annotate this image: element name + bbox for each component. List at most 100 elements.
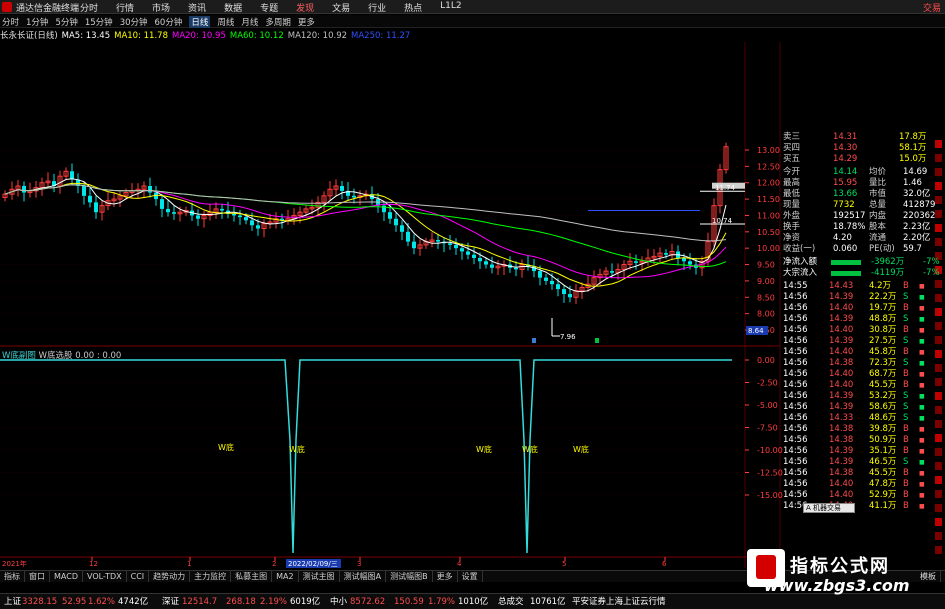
indicator-tab[interactable]: 私募主图 <box>231 571 273 582</box>
tick-time: 14:55 <box>783 281 808 291</box>
sub-tick-label: 0.00 <box>757 356 775 365</box>
candle-body <box>196 215 200 219</box>
candle-body <box>352 195 356 198</box>
indicator-tab[interactable]: MA2 <box>272 571 299 582</box>
indicator-tab[interactable]: CCI <box>127 571 150 582</box>
candle-body <box>88 195 92 203</box>
tick-side: S <box>903 391 909 401</box>
tick-time: 14:56 <box>783 457 808 467</box>
status-item: 1010亿 <box>458 597 489 607</box>
candle-body <box>244 217 248 221</box>
quote-row: 14:56 14.38 45.5万 B ■ <box>781 468 945 479</box>
tick-volume: 58.6万 <box>869 402 897 412</box>
indicator-tab[interactable]: 测试幅图B <box>386 571 433 582</box>
stat-value: 220362 <box>903 211 936 221</box>
tick-side: B <box>903 424 909 434</box>
stat-label: 量比 <box>869 178 887 188</box>
date-cursor-label: 2022/02/09/三 <box>288 560 338 568</box>
quote-row: 14:56 14.39 58.6万 S ■ <box>781 402 945 413</box>
flow-bar <box>831 271 861 276</box>
stat-value: 15.95 <box>833 178 858 188</box>
quote-row: 14:56 14.39 48.8万 S ■ <box>781 314 945 325</box>
quote-row: 收益(一) 0.060 PE(动) 59.7 <box>781 244 945 255</box>
tick-volume: 45.5万 <box>869 468 897 478</box>
sub-tick-label: -7.50 <box>757 424 778 433</box>
stat-value: 1.46 <box>903 178 922 188</box>
sub-tick-label: -5.00 <box>757 401 778 410</box>
quote-row: 14:56 14.33 48.6万 S ■ <box>781 413 945 424</box>
candle-body <box>466 251 470 255</box>
book-price: 14.31 <box>833 132 858 142</box>
indicator-tab[interactable]: 主力监控 <box>190 571 232 582</box>
tick-time: 14:56 <box>783 413 808 423</box>
stat-label: 总量 <box>869 200 887 210</box>
w-bottom-label: W底 <box>573 444 589 454</box>
quote-row: 14:56 14.40 19.7万 B ■ <box>781 303 945 314</box>
quote-row: 14:56 14.38 50.9万 B ■ <box>781 435 945 446</box>
tick-side: B <box>903 303 909 313</box>
indicator-tab[interactable]: 更多 <box>433 571 458 582</box>
candle-body <box>490 264 494 268</box>
stat-label: 股本 <box>869 222 887 232</box>
indicator-tab[interactable]: MACD <box>50 571 83 582</box>
tick-flag-icon: ■ <box>919 448 925 455</box>
quote-row: 大宗流入 -4119万 -7% <box>781 268 945 279</box>
flow-value: -3962万 <box>871 257 905 267</box>
tick-flag-icon: ■ <box>919 503 925 510</box>
candle-body <box>160 199 164 209</box>
status-item: 8572.62 <box>350 597 386 607</box>
status-item: 268.18 <box>226 597 256 607</box>
quote-row: 买五 14.29 15.0万 <box>781 154 945 165</box>
book-volume: 17.8万 <box>899 132 927 142</box>
indicator-tab[interactable]: VOL-TDX <box>83 571 127 582</box>
tick-flag-icon: ■ <box>919 360 925 367</box>
quote-row: 最低 13.66 市值 32.0亿 <box>781 189 945 200</box>
flow-label: 大宗流入 <box>783 268 818 278</box>
tick-volume: 41.1万 <box>869 501 897 511</box>
quote-row: 卖三 14.31 17.8万 <box>781 132 945 143</box>
stat-label: 流通 <box>869 233 887 243</box>
price-tick-label: 9.00 <box>757 277 775 286</box>
flow-pct: -7% <box>923 257 940 267</box>
template-button[interactable]: 模板 <box>916 571 941 582</box>
flow-value: -4119万 <box>871 268 905 278</box>
indicator-tab[interactable]: 设置 <box>458 571 483 582</box>
candle-body <box>544 277 548 281</box>
tick-side: S <box>903 457 909 467</box>
status-item: 深证 <box>162 597 180 607</box>
candle-body <box>220 208 224 211</box>
candle-body <box>22 186 26 193</box>
tick-volume: 39.8万 <box>869 424 897 434</box>
subchart-name[interactable]: W底副图 <box>2 351 36 361</box>
candle-body <box>400 225 404 232</box>
indicator-tab[interactable]: 窗口 <box>25 571 50 582</box>
quote-row: 14:56 14.39 22.2万 S ■ <box>781 292 945 303</box>
candle-body <box>484 261 488 265</box>
tick-price: 14.39 <box>829 314 854 324</box>
tick-flag-icon: ■ <box>919 481 925 488</box>
tick-time: 14:56 <box>783 391 808 401</box>
candle-body <box>82 186 86 196</box>
candle-body <box>682 258 686 262</box>
price-tick-label: 12.50 <box>757 162 780 171</box>
candle-body <box>406 231 410 242</box>
sidebar-tool-icon <box>935 518 942 526</box>
sidebar-tool-icon <box>935 546 942 554</box>
stat-value: 4.20 <box>833 233 852 243</box>
indicator-tab[interactable]: 测试幅图A <box>340 571 387 582</box>
tick-flag-icon: ■ <box>919 294 925 301</box>
quote-row: 14:56 14.40 68.7万 B ■ <box>781 369 945 380</box>
trade-popup[interactable]: A 机器交易 <box>803 503 855 513</box>
stat-label: PE(动) <box>869 244 895 254</box>
status-item: 150.59 <box>394 597 424 607</box>
tick-time: 14:56 <box>783 314 808 324</box>
tick-side: S <box>903 314 909 324</box>
tick-volume: 68.7万 <box>869 369 897 379</box>
indicator-tab[interactable]: 测试主图 <box>299 571 340 582</box>
tick-price: 14.40 <box>829 479 854 489</box>
tick-flag-icon: ■ <box>919 382 925 389</box>
status-item: 2.19% <box>260 597 288 607</box>
tick-flag-icon: ■ <box>919 426 925 433</box>
indicator-tab[interactable]: 指标 <box>0 571 25 582</box>
indicator-tab[interactable]: 趋势动力 <box>149 571 191 582</box>
